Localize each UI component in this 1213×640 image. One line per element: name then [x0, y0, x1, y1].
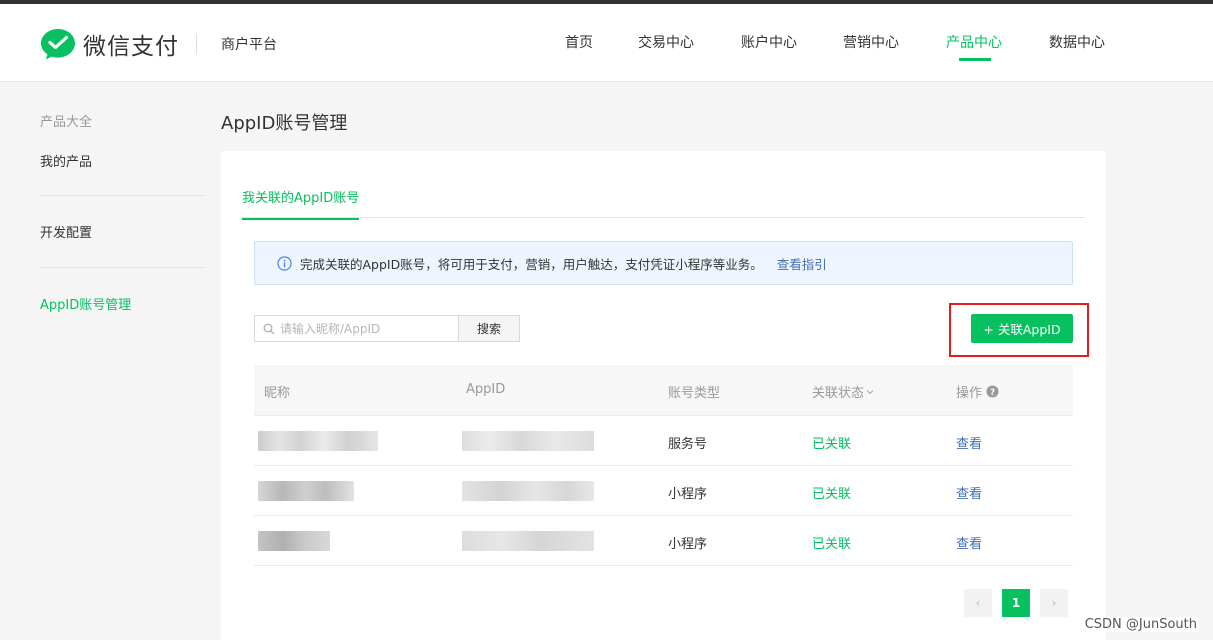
- nav-active-underline: [959, 58, 991, 61]
- info-notice: 完成关联的AppID账号，将可用于支付，营销，用户触达，支付凭证小程序等业务。 …: [254, 241, 1073, 285]
- next-page-button[interactable]: ›: [1040, 589, 1068, 617]
- header-separator: [196, 34, 197, 54]
- tab-divider: [242, 217, 1085, 218]
- nav-account-center[interactable]: 账户中心: [741, 32, 797, 52]
- wechat-pay-logo[interactable]: 微信支付: [40, 26, 179, 62]
- search-icon: [263, 323, 275, 334]
- sidebar-divider: [40, 195, 205, 196]
- view-link[interactable]: 查看: [956, 483, 982, 502]
- column-header-actions: 操作 ?: [956, 382, 999, 401]
- blurred-appid: [462, 431, 594, 451]
- help-icon[interactable]: ?: [986, 385, 999, 398]
- sidebar-group-label: 产品大全: [40, 115, 93, 130]
- sidebar-item-my-products[interactable]: 我的产品: [40, 151, 92, 170]
- column-header-nickname: 昵称: [264, 386, 291, 401]
- column-header-status-label: 关联状态: [812, 386, 865, 401]
- column-header-account-type: 账号类型: [668, 386, 721, 401]
- nav-product-center[interactable]: 产品中心: [946, 32, 1002, 52]
- link-status: 已关联: [812, 537, 852, 552]
- column-header-actions-label: 操作: [956, 386, 983, 401]
- link-status: 已关联: [812, 437, 852, 452]
- search-box: [254, 315, 458, 342]
- chevron-down-icon: [866, 389, 874, 394]
- add-appid-button[interactable]: + 关联AppID: [971, 314, 1073, 343]
- notice-text: 完成关联的AppID账号，将可用于支付，营销，用户触达，支付凭证小程序等业务。: [300, 256, 763, 272]
- header: 微信支付 商户平台 首页 交易中心 账户中心 营销中心 产品中心 数据中心: [0, 4, 1213, 82]
- blurred-nickname: [258, 531, 330, 551]
- sidebar-item-appid-management[interactable]: AppID账号管理: [40, 294, 131, 313]
- page-title: AppID账号管理: [221, 113, 348, 134]
- wechat-pay-logo-icon: [41, 29, 75, 60]
- nav-home[interactable]: 首页: [565, 32, 593, 52]
- link-status: 已关联: [812, 487, 852, 502]
- sidebar-item-dev-config[interactable]: 开发配置: [40, 222, 92, 241]
- blurred-appid: [462, 481, 594, 501]
- view-link[interactable]: 查看: [956, 533, 982, 552]
- blurred-appid: [462, 531, 594, 551]
- search-button[interactable]: 搜索: [458, 315, 520, 342]
- content-card: 我关联的AppID账号 完成关联的AppID账号，将可用于支付，营销，用户触达，…: [221, 151, 1106, 640]
- search-input[interactable]: [280, 321, 450, 336]
- view-link[interactable]: 查看: [956, 433, 982, 452]
- guide-link[interactable]: 查看指引: [777, 254, 827, 273]
- nav-trade-center[interactable]: 交易中心: [638, 32, 694, 52]
- watermark: CSDN @JunSouth: [1082, 617, 1199, 632]
- table-header: 昵称 AppID 账号类型 关联状态 操作 ?: [254, 365, 1073, 416]
- table-row: 服务号 已关联 查看: [254, 416, 1073, 466]
- page-number-current[interactable]: 1: [1002, 589, 1030, 617]
- sidebar-divider: [40, 267, 205, 268]
- blurred-nickname: [258, 481, 354, 501]
- logo-text: 微信支付: [83, 34, 179, 60]
- prev-page-button[interactable]: ‹: [964, 589, 992, 617]
- info-icon: [277, 255, 292, 271]
- account-type: 小程序: [668, 487, 708, 502]
- appid-table: 昵称 AppID 账号类型 关联状态 操作 ? 服务号 已关联 查看 小程序 已…: [254, 365, 1073, 566]
- column-header-appid: AppID: [466, 382, 506, 397]
- svg-text:?: ?: [990, 388, 995, 398]
- account-type: 服务号: [668, 437, 708, 452]
- table-row: 小程序 已关联 查看: [254, 466, 1073, 516]
- nav-marketing-center[interactable]: 营销中心: [843, 32, 899, 52]
- nav-data-center[interactable]: 数据中心: [1049, 32, 1105, 52]
- column-header-status[interactable]: 关联状态: [812, 382, 874, 401]
- blurred-nickname: [258, 431, 378, 451]
- table-row: 小程序 已关联 查看: [254, 516, 1073, 566]
- account-type: 小程序: [668, 537, 708, 552]
- platform-label: 商户平台: [221, 37, 277, 53]
- tab-linked-appid[interactable]: 我关联的AppID账号: [242, 187, 360, 220]
